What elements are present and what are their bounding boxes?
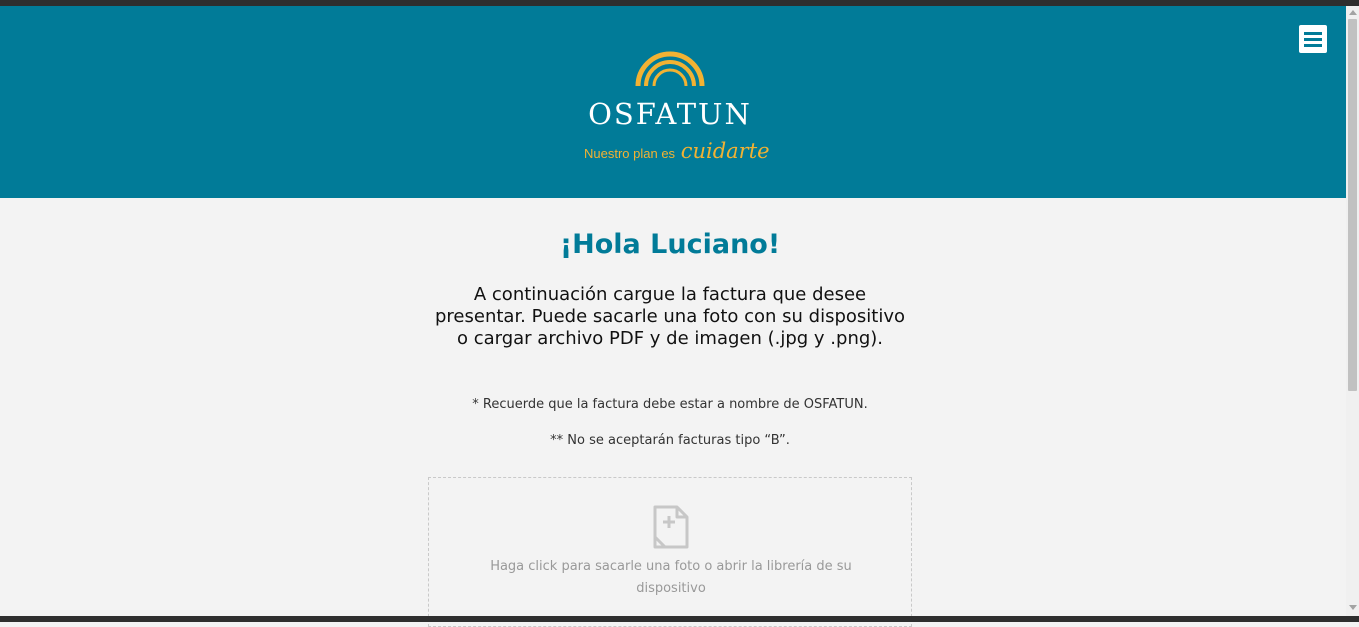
brand-name: OSFATUN [588, 97, 752, 131]
arch-logo-icon [635, 51, 705, 87]
intro-text: A continuación cargue la factura que des… [434, 284, 906, 349]
scroll-down-arrow-icon[interactable] [1349, 605, 1357, 610]
greeting-title: ¡Hola Luciano! [559, 229, 781, 260]
scroll-thumb[interactable] [1348, 19, 1357, 391]
page-scrollbar[interactable] [1346, 6, 1359, 616]
brand-tagline: Nuestro plan es cuidarte [584, 139, 774, 163]
invoice-name-note: * Recuerde que la factura debe estar a n… [472, 397, 868, 412]
file-add-icon [653, 505, 689, 549]
browser-bottom-bar [0, 616, 1359, 622]
hamburger-menu-icon[interactable] [1299, 25, 1327, 53]
scroll-up-arrow-icon[interactable] [1349, 10, 1357, 15]
upload-instructions: Haga click para sacarle una foto o abrir… [490, 559, 852, 596]
invoice-type-note: ** No se aceptarán facturas tipo “B”. [550, 433, 790, 448]
file-upload-dropzone[interactable]: Haga click para sacarle una foto o abrir… [428, 477, 912, 627]
osfatun-logo[interactable]: OSFATUN Nuestro plan es cuidarte [570, 44, 770, 174]
tagline-prefix: Nuestro plan es [584, 146, 676, 161]
tagline-script: cuidarte [680, 139, 770, 163]
site-header: OSFATUN Nuestro plan es cuidarte [0, 6, 1346, 198]
